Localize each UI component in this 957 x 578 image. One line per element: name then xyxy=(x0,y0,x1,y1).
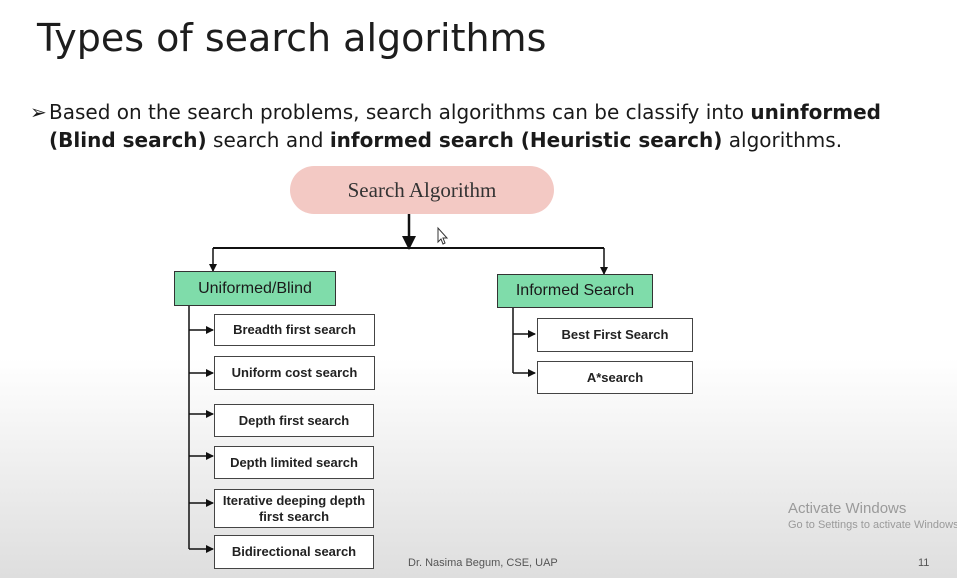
leaf-depth-first-search: Depth first search xyxy=(214,404,374,437)
watermark-line-1: Activate Windows xyxy=(788,500,907,517)
root-node-search-algorithm: Search Algorithm xyxy=(290,166,554,214)
leaf-bidirectional-search: Bidirectional search xyxy=(214,535,374,569)
node-uninformed-blind: Uniformed/Blind xyxy=(174,271,336,306)
mouse-cursor-icon xyxy=(437,226,449,245)
node-informed-search: Informed Search xyxy=(497,274,653,308)
activate-windows-watermark: Activate Windows Go to Settings to activ… xyxy=(788,500,957,531)
page-number: 11 xyxy=(918,557,930,569)
leaf-a-star-search: A*search xyxy=(537,361,693,394)
leaf-best-first-search: Best First Search xyxy=(537,318,693,352)
leaf-uniform-cost-search: Uniform cost search xyxy=(214,356,375,390)
diagram-connectors xyxy=(188,214,608,553)
slide-footer: Dr. Nasima Begum, CSE, UAP xyxy=(408,557,558,569)
leaf-depth-limited-search: Depth limited search xyxy=(214,446,374,479)
watermark-line-2: Go to Settings to activate Windows. xyxy=(788,519,957,531)
leaf-iterative-deepening: Iterative deeping depth first search xyxy=(214,489,374,528)
leaf-breadth-first-search: Breadth first search xyxy=(214,314,375,346)
